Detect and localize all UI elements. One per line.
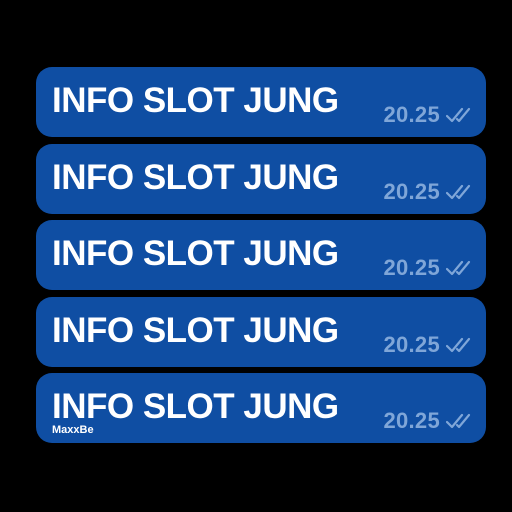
double-check-icon bbox=[446, 260, 471, 276]
watermark-label: MaxxBe bbox=[52, 424, 94, 436]
message-text: INFO SLOT JUNG bbox=[52, 311, 339, 350]
chat-message-list: INFO SLOT JUNG 20.25 INFO SLOT JUNG 20.2… bbox=[0, 0, 512, 512]
message-bubble[interactable]: INFO SLOT JUNG 20.25 bbox=[36, 220, 486, 290]
message-meta: 20.25 bbox=[383, 180, 472, 204]
message-meta: 20.25 bbox=[383, 103, 472, 127]
double-check-icon bbox=[446, 337, 471, 353]
message-text: INFO SLOT JUNG bbox=[52, 234, 339, 273]
message-text: INFO SLOT JUNG bbox=[52, 81, 339, 120]
message-time: 20.25 bbox=[383, 255, 440, 280]
message-bubble[interactable]: INFO SLOT JUNG MaxxBe 20.25 bbox=[36, 373, 486, 443]
message-meta: 20.25 bbox=[383, 256, 472, 280]
message-bubble[interactable]: INFO SLOT JUNG 20.25 bbox=[36, 144, 486, 214]
double-check-icon bbox=[446, 184, 471, 200]
message-time: 20.25 bbox=[383, 408, 440, 433]
message-time: 20.25 bbox=[383, 332, 440, 357]
double-check-icon bbox=[446, 107, 471, 123]
message-text: INFO SLOT JUNG bbox=[52, 387, 339, 426]
message-time: 20.25 bbox=[383, 179, 440, 204]
message-time: 20.25 bbox=[383, 102, 440, 127]
message-meta: 20.25 bbox=[383, 409, 472, 433]
message-bubble[interactable]: INFO SLOT JUNG 20.25 bbox=[36, 67, 486, 137]
message-bubble[interactable]: INFO SLOT JUNG 20.25 bbox=[36, 297, 486, 367]
message-meta: 20.25 bbox=[383, 333, 472, 357]
double-check-icon bbox=[446, 413, 471, 429]
message-text: INFO SLOT JUNG bbox=[52, 158, 339, 197]
